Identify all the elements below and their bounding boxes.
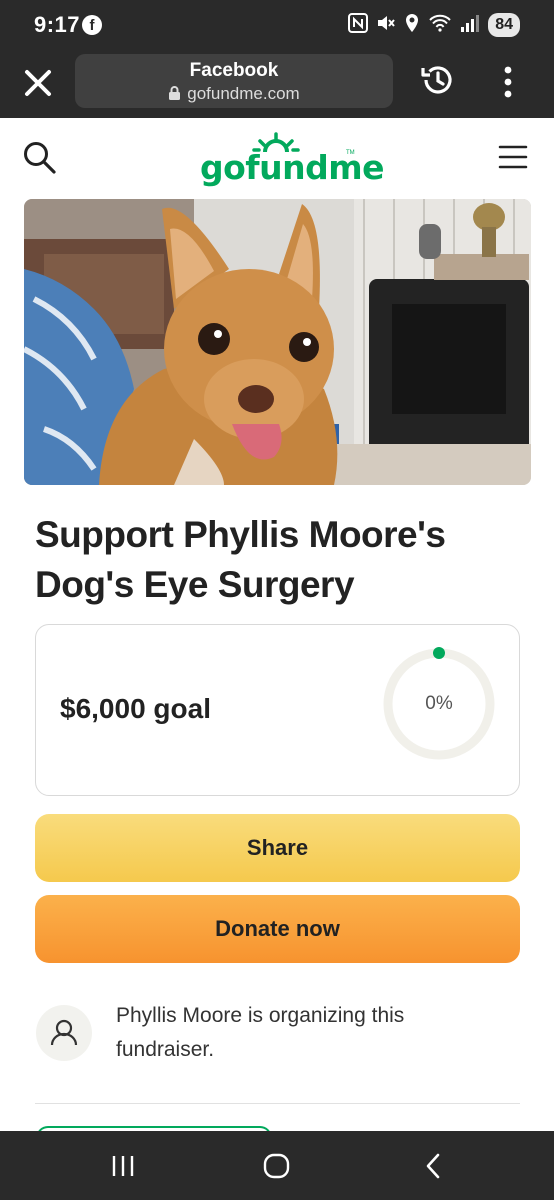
back-icon[interactable]	[420, 1151, 446, 1181]
mute-icon	[376, 13, 396, 38]
logo-text: gofundme	[200, 148, 385, 187]
url-domain: gofundme.com	[75, 84, 393, 104]
site-header: gofundme TM	[0, 118, 554, 198]
history-icon[interactable]	[418, 60, 458, 100]
wifi-icon	[428, 13, 452, 38]
nfc-icon	[348, 12, 369, 38]
facebook-icon: f	[82, 15, 102, 35]
status-time: 9:17	[34, 12, 81, 37]
hamburger-menu-icon[interactable]	[498, 144, 528, 170]
progress-percent: 0%	[425, 693, 453, 714]
organizer-text: Phyllis Moore is organizing this fundrai…	[116, 1004, 405, 1061]
logo-trademark: TM	[346, 150, 355, 156]
url-domain-text: gofundme.com	[187, 84, 300, 103]
url-bar[interactable]: Facebook gofundme.com	[75, 54, 393, 108]
signal-icon	[460, 13, 480, 38]
divider	[35, 1103, 520, 1104]
system-navigation-bar	[0, 1131, 554, 1200]
goal-amount: $6,000 goal	[60, 693, 211, 724]
lock-icon	[169, 86, 181, 100]
goal-card: $6,000 goal 0%	[35, 624, 520, 796]
home-icon[interactable]	[262, 1151, 292, 1181]
battery-level: 84	[488, 13, 520, 37]
share-button[interactable]: Share	[35, 814, 520, 882]
browser-toolbar: Facebook gofundme.com	[0, 50, 554, 118]
search-icon[interactable]	[22, 140, 58, 176]
donate-now-button[interactable]: Donate now	[35, 895, 520, 963]
campaign-title: Support Phyllis Moore's Dog's Eye Surger…	[35, 514, 446, 605]
person-icon	[36, 1005, 92, 1061]
page-source-title: Facebook	[189, 60, 279, 81]
campaign-hero-image[interactable]	[24, 199, 531, 485]
gofundme-logo[interactable]: gofundme TM	[200, 132, 385, 188]
recents-icon[interactable]	[108, 1151, 138, 1181]
status-icons: 84	[348, 12, 520, 38]
more-vertical-icon[interactable]	[494, 62, 522, 102]
status-bar: 9:17 f 84	[0, 0, 554, 50]
close-icon[interactable]	[18, 63, 58, 103]
location-icon	[404, 13, 420, 38]
